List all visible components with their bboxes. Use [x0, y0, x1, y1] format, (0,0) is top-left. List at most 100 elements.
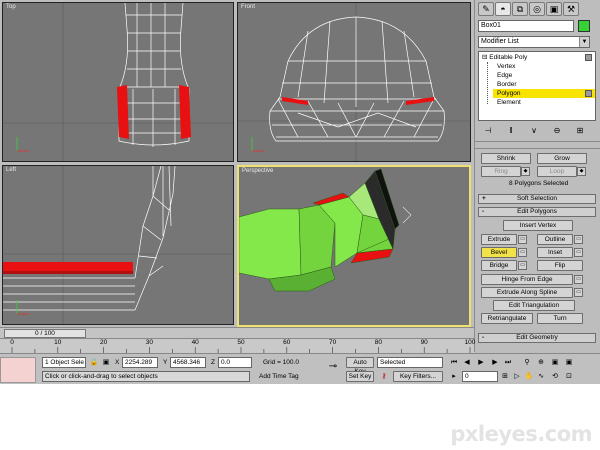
edit-polygons-rollout[interactable]: - Edit Polygons — [478, 207, 596, 217]
previous-frame-icon[interactable]: ◀ — [462, 358, 472, 368]
add-time-tag-button[interactable]: Add Time Tag — [258, 371, 308, 382]
motion-icon[interactable]: ◎ — [529, 2, 545, 16]
zoom-all-icon[interactable]: ⊕ — [536, 358, 546, 368]
make-unique-icon[interactable]: ∨ — [526, 126, 542, 135]
maxscript-listener[interactable] — [0, 357, 36, 383]
front-view-mesh — [238, 3, 470, 161]
hinge-settings-icon[interactable]: ▭ — [574, 275, 583, 284]
fov-icon[interactable]: ▷ — [512, 372, 522, 382]
stack-item-polygon[interactable]: Polygon — [493, 89, 595, 98]
create-icon[interactable]: ✎ — [478, 2, 494, 16]
ring-spinner-icon[interactable]: ◆ — [521, 167, 530, 176]
bridge-button[interactable]: Bridge — [481, 260, 517, 271]
key-mode-toggle-icon[interactable]: ▸ — [449, 372, 459, 382]
go-to-end-icon[interactable]: ⏭ — [503, 358, 513, 368]
perspective-mesh — [239, 168, 412, 292]
key-mode-icon[interactable]: ⊸ — [324, 362, 342, 372]
selection-count: 1 Object Sele — [42, 357, 86, 368]
track-tick-label: 30 — [145, 339, 154, 346]
edit-geometry-rollout[interactable]: - Edit Geometry — [478, 333, 596, 343]
inset-button[interactable]: Inset — [537, 247, 573, 258]
viewport-perspective[interactable]: Perspective — [237, 165, 471, 327]
extrude-button[interactable]: Extrude — [481, 234, 517, 245]
stack-display-icon[interactable] — [585, 90, 592, 97]
insert-vertex-button[interactable]: Insert Vertex — [503, 220, 573, 231]
stack-item-vertex[interactable]: Vertex — [497, 62, 592, 71]
bevel-settings-icon[interactable]: ▭ — [518, 248, 527, 257]
time-slider[interactable]: 0 / 100 — [0, 327, 474, 338]
walk-through-icon[interactable]: ∿ — [536, 372, 546, 382]
hinge-from-edge-button[interactable]: Hinge From Edge — [481, 274, 573, 285]
next-frame-icon[interactable]: ▶ — [490, 358, 500, 368]
auto-key-button[interactable]: Auto Key — [346, 357, 374, 375]
turn-button[interactable]: Turn — [537, 313, 583, 324]
utilities-icon[interactable]: ⚒ — [563, 2, 579, 16]
y-coordinate[interactable]: 4568.346 — [170, 357, 206, 368]
time-slider-thumb[interactable]: 0 / 100 — [4, 329, 86, 338]
stack-item-edge[interactable]: Edge — [497, 71, 592, 80]
pin-stack-icon[interactable]: ⊣ — [480, 126, 496, 135]
zoom-extents-icon[interactable]: ▣ — [550, 358, 560, 368]
loop-spinner-icon[interactable]: ◆ — [577, 167, 586, 176]
stack-item-editable-poly[interactable]: ⊟ Editable Poly — [482, 53, 594, 62]
track-tick-label: 10 — [54, 339, 62, 346]
stack-item-element[interactable]: Element — [497, 98, 592, 107]
arc-rotate-icon[interactable]: ⟲ — [550, 372, 560, 382]
stack-label: Editable Poly — [489, 54, 528, 61]
stack-label: Vertex — [497, 63, 516, 70]
maximize-viewport-icon[interactable]: ⊡ — [564, 372, 574, 382]
zoom-extents-all-icon[interactable]: ▣ — [564, 358, 574, 368]
stack-label: Border — [497, 81, 517, 88]
modifier-list-dropdown[interactable]: Modifier List ▼ — [478, 36, 590, 48]
go-to-start-icon[interactable]: ⏮ — [449, 358, 459, 368]
z-coordinate[interactable]: 0.0 — [218, 357, 252, 368]
configure-sets-icon[interactable]: ⊞ — [572, 126, 588, 135]
hierarchy-icon[interactable]: ⧉ — [512, 2, 528, 16]
key-mode-dropdown[interactable]: Selected — [377, 357, 443, 368]
object-name-field[interactable]: Box01 — [478, 20, 574, 32]
viewport-label: Top — [6, 4, 16, 10]
flip-button[interactable]: Flip — [537, 260, 583, 271]
play-icon[interactable]: ▶ — [476, 358, 486, 368]
inset-settings-icon[interactable]: ▭ — [574, 248, 583, 257]
rollout-title: Edit Geometry — [516, 334, 558, 341]
outline-button[interactable]: Outline — [537, 234, 573, 245]
viewport-top[interactable]: Top — [2, 2, 234, 162]
display-icon[interactable]: ▣ — [546, 2, 562, 16]
x-coordinate[interactable]: 2254.289 — [122, 357, 158, 368]
modify-icon[interactable]: ◓ — [495, 2, 511, 16]
current-frame-field[interactable]: 0 — [462, 371, 498, 382]
viewport-front[interactable]: Front — [237, 2, 471, 162]
extrude-settings-icon[interactable]: ▭ — [518, 235, 527, 244]
soft-selection-rollout[interactable]: + Soft Selection — [478, 194, 596, 204]
grow-button[interactable]: Grow — [537, 153, 587, 164]
outline-settings-icon[interactable]: ▭ — [574, 235, 583, 244]
time-config-icon[interactable]: ⊞ — [500, 372, 510, 382]
set-key-button[interactable]: Set Key — [346, 371, 374, 382]
zoom-icon[interactable]: ⚲ — [522, 358, 532, 368]
bridge-settings-icon[interactable]: ▭ — [518, 261, 527, 270]
retriangulate-button[interactable]: Retriangulate — [481, 313, 533, 324]
lock-icon[interactable]: 🔒 — [89, 358, 99, 368]
key-icon[interactable]: ⚷ — [379, 372, 389, 382]
bevel-button[interactable]: Bevel — [481, 247, 517, 258]
stack-item-border[interactable]: Border — [497, 80, 592, 89]
stack-display-icon[interactable] — [585, 54, 592, 61]
loop-button[interactable]: Loop — [537, 166, 577, 177]
ring-button[interactable]: Ring — [481, 166, 521, 177]
object-color-swatch[interactable] — [578, 20, 590, 32]
viewport-left[interactable]: Left — [2, 165, 234, 325]
extrude-spline-settings-icon[interactable]: ▭ — [574, 288, 583, 297]
remove-modifier-icon[interactable]: ⊖ — [549, 126, 565, 135]
selection-status: 8 Polygons Selected — [509, 180, 569, 187]
extrude-along-spline-button[interactable]: Extrude Along Spline — [481, 287, 573, 298]
shrink-button[interactable]: Shrink — [481, 153, 531, 164]
axis-tripod-icon — [16, 137, 29, 152]
key-filters-button[interactable]: Key Filters... — [393, 371, 443, 382]
absolute-mode-icon[interactable]: ▣ — [101, 358, 111, 368]
track-tick-label: 40 — [191, 339, 199, 346]
edit-triangulation-button[interactable]: Edit Triangulation — [493, 300, 575, 311]
track-bar[interactable]: 0 10 20 30 40 50 60 70 80 90 100 — [0, 338, 475, 354]
show-end-result-icon[interactable]: ‖ — [503, 126, 519, 135]
pan-hand-icon[interactable]: ✋ — [524, 372, 534, 382]
